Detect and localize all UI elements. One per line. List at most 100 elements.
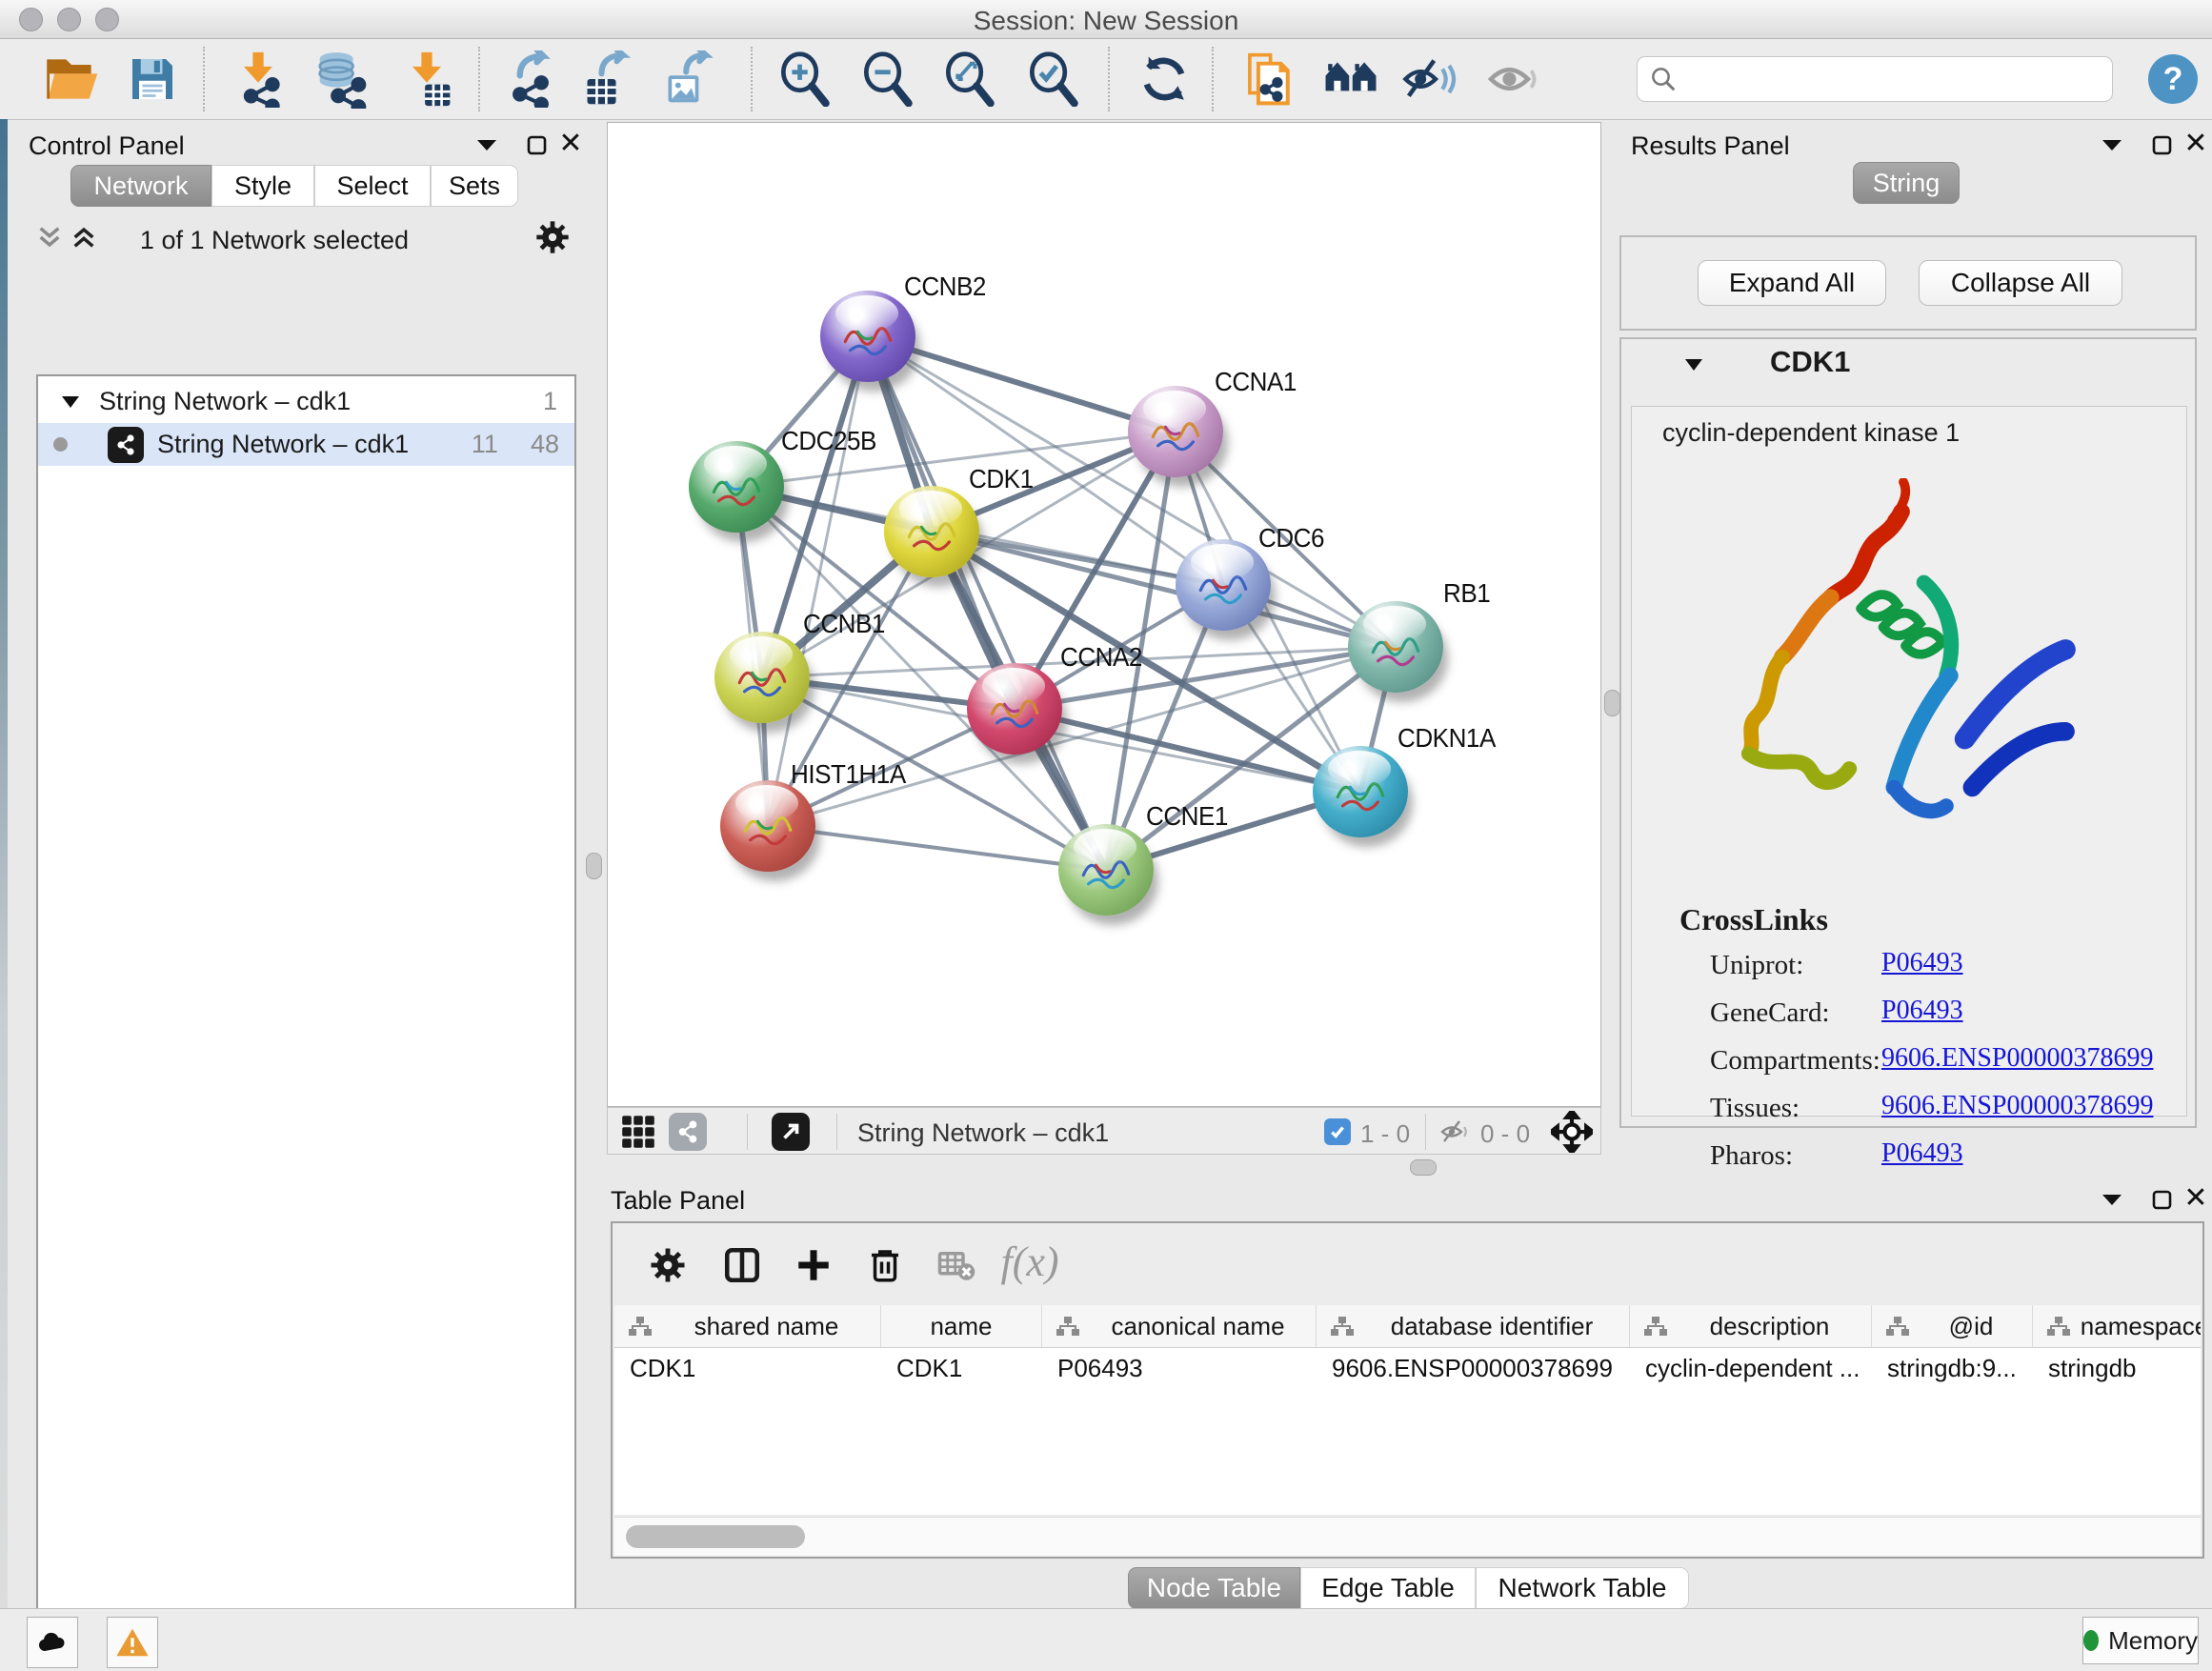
tab-style[interactable]: Style bbox=[211, 165, 314, 207]
table-panel-float-icon[interactable] bbox=[2096, 1185, 2128, 1214]
birdseye-view-icon[interactable] bbox=[772, 1113, 810, 1151]
control-panel-maximize-icon[interactable] bbox=[520, 131, 553, 159]
help-icon[interactable]: ? bbox=[2148, 54, 2198, 104]
tab-sets[interactable]: Sets bbox=[431, 165, 518, 207]
network-node-CCNA1[interactable] bbox=[1128, 386, 1223, 477]
tab-node-table[interactable]: Node Table bbox=[1128, 1567, 1300, 1609]
tab-edge-table[interactable]: Edge Table bbox=[1300, 1567, 1476, 1609]
selected-checkbox-icon[interactable] bbox=[1324, 1118, 1351, 1145]
zoom-in-icon[interactable] bbox=[774, 49, 835, 110]
add-column-icon[interactable] bbox=[789, 1240, 838, 1290]
column-header-@id[interactable]: @id bbox=[1872, 1305, 2033, 1347]
entry-disclosure-triangle-icon[interactable] bbox=[1684, 358, 1703, 372]
import-network-icon[interactable] bbox=[228, 49, 289, 110]
crosslink-value[interactable]: P06493 bbox=[1881, 948, 1963, 978]
crosslink-value[interactable]: P06493 bbox=[1881, 996, 1963, 1026]
delete-column-trash-icon[interactable] bbox=[860, 1240, 910, 1290]
column-header-shared-name[interactable]: shared name bbox=[614, 1305, 881, 1347]
network-node-CDK1[interactable] bbox=[884, 486, 979, 577]
table-cell[interactable]: stringdb bbox=[2033, 1348, 2201, 1388]
warning-icon[interactable] bbox=[107, 1617, 158, 1668]
table-gear-icon[interactable] bbox=[643, 1240, 693, 1290]
refresh-icon[interactable] bbox=[1134, 49, 1195, 110]
control-panel-close-icon[interactable]: ✕ bbox=[554, 129, 587, 157]
network-node-CDC6[interactable] bbox=[1176, 539, 1271, 631]
network-row-selected[interactable]: String Network – cdk1 11 48 bbox=[38, 423, 574, 466]
column-header-name[interactable]: name bbox=[881, 1305, 1042, 1347]
collapse-all-button[interactable]: Collapse All bbox=[1919, 260, 2122, 306]
memory-button[interactable]: Memory bbox=[2082, 1617, 2199, 1664]
disclosure-triangle-icon[interactable] bbox=[61, 395, 80, 409]
grid-view-icon[interactable] bbox=[621, 1115, 655, 1154]
eye-icon[interactable] bbox=[1482, 49, 1543, 110]
table-cell[interactable]: stringdb:9... bbox=[1872, 1348, 2033, 1388]
table-row[interactable]: CDK1CDK1P064939606.ENSP00000378699cyclin… bbox=[614, 1348, 2201, 1388]
column-header-description[interactable]: description bbox=[1630, 1305, 1872, 1347]
function-builder-icon[interactable]: f(x) bbox=[1005, 1237, 1055, 1286]
results-panel-maximize-icon[interactable] bbox=[2145, 131, 2178, 159]
network-collection-row[interactable]: String Network – cdk1 1 bbox=[38, 380, 574, 423]
shared-column-icon bbox=[1330, 1315, 1355, 1338]
delete-table-icon[interactable] bbox=[932, 1240, 981, 1290]
column-header-database-identifier[interactable]: database identifier bbox=[1317, 1305, 1630, 1347]
column-header-canonical-name[interactable]: canonical name bbox=[1042, 1305, 1317, 1347]
tab-network-table[interactable]: Network Table bbox=[1476, 1567, 1689, 1609]
network-node-CDKN1A[interactable] bbox=[1313, 746, 1408, 837]
table-cell[interactable]: CDK1 bbox=[881, 1348, 1042, 1388]
network-node-CCNB2[interactable] bbox=[820, 291, 915, 382]
table-panel-title: Table Panel bbox=[611, 1186, 745, 1216]
table-cell[interactable]: CDK1 bbox=[614, 1348, 881, 1388]
open-folder-icon[interactable] bbox=[41, 49, 102, 110]
horizontal-splitter-handle[interactable] bbox=[1410, 1159, 1437, 1176]
network-node-RB1[interactable] bbox=[1348, 601, 1443, 693]
right-splitter-handle[interactable] bbox=[1604, 690, 1620, 716]
export-network-icon[interactable] bbox=[500, 49, 561, 110]
show-columns-icon[interactable] bbox=[717, 1240, 767, 1290]
crosslink-value[interactable]: P06493 bbox=[1881, 1138, 1963, 1169]
table-panel-close-icon[interactable]: ✕ bbox=[2180, 1183, 2212, 1212]
crosslink-value[interactable]: 9606.ENSP00000378699 bbox=[1881, 1043, 2153, 1074]
import-table-icon[interactable] bbox=[396, 49, 457, 110]
results-panel-close-icon[interactable]: ✕ bbox=[2180, 129, 2212, 157]
hidden-eye-crossed-icon[interactable] bbox=[1438, 1117, 1471, 1151]
network-node-CCNE1[interactable] bbox=[1058, 824, 1154, 916]
network-node-CCNA2[interactable] bbox=[967, 663, 1062, 755]
table-cell[interactable]: 9606.ENSP00000378699 bbox=[1317, 1348, 1630, 1388]
toolbar-separator bbox=[203, 47, 205, 111]
table-cell[interactable]: P06493 bbox=[1042, 1348, 1317, 1388]
tab-string[interactable]: String bbox=[1853, 162, 1960, 204]
search-input[interactable] bbox=[1637, 56, 2113, 102]
network-node-CCNB1[interactable] bbox=[714, 632, 810, 723]
export-table-icon[interactable] bbox=[578, 49, 639, 110]
table-cell[interactable]: cyclin-dependent ... bbox=[1630, 1348, 1872, 1388]
network-canvas[interactable]: CCNB2CCNA1CDC25BCDK1CDC6RB1CCNB1CCNA2CDK… bbox=[607, 122, 1601, 1107]
document-share-icon[interactable] bbox=[1237, 49, 1297, 110]
column-header-namespace[interactable]: namespace bbox=[2033, 1305, 2201, 1347]
zoom-selected-icon[interactable] bbox=[1023, 49, 1084, 110]
import-database-icon[interactable] bbox=[310, 49, 371, 110]
selected-count: 1 - 0 bbox=[1360, 1119, 1410, 1149]
network-node-HIST1H1A[interactable] bbox=[720, 780, 815, 872]
network-node-CDC25B[interactable] bbox=[689, 441, 784, 533]
save-icon[interactable] bbox=[122, 49, 183, 110]
houses-icon[interactable] bbox=[1320, 49, 1381, 110]
tab-select[interactable]: Select bbox=[314, 165, 431, 207]
control-panel-float-icon[interactable] bbox=[471, 131, 503, 159]
node-label-CDK1: CDK1 bbox=[969, 464, 1034, 494]
zoom-fit-icon[interactable] bbox=[939, 49, 1000, 110]
table-hscrollbar[interactable] bbox=[614, 1517, 2201, 1556]
table-panel-maximize-icon[interactable] bbox=[2145, 1185, 2178, 1214]
tab-network[interactable]: Network bbox=[70, 165, 211, 207]
crosslink-value[interactable]: 9606.ENSP00000378699 bbox=[1881, 1091, 2153, 1121]
scrollbar-thumb[interactable] bbox=[626, 1525, 805, 1548]
control-panel-gear-icon[interactable] bbox=[533, 218, 572, 261]
expand-all-button[interactable]: Expand All bbox=[1698, 260, 1886, 306]
eye-crossed-icon[interactable] bbox=[1398, 49, 1459, 110]
cloud-icon[interactable] bbox=[27, 1617, 78, 1668]
export-image-icon[interactable] bbox=[659, 49, 720, 110]
left-splitter-handle[interactable] bbox=[586, 853, 602, 879]
network-share-view-icon[interactable] bbox=[669, 1113, 707, 1151]
zoom-out-icon[interactable] bbox=[857, 49, 918, 110]
fit-selected-crosshair-icon[interactable] bbox=[1551, 1111, 1593, 1158]
results-panel-float-icon[interactable] bbox=[2096, 131, 2128, 159]
